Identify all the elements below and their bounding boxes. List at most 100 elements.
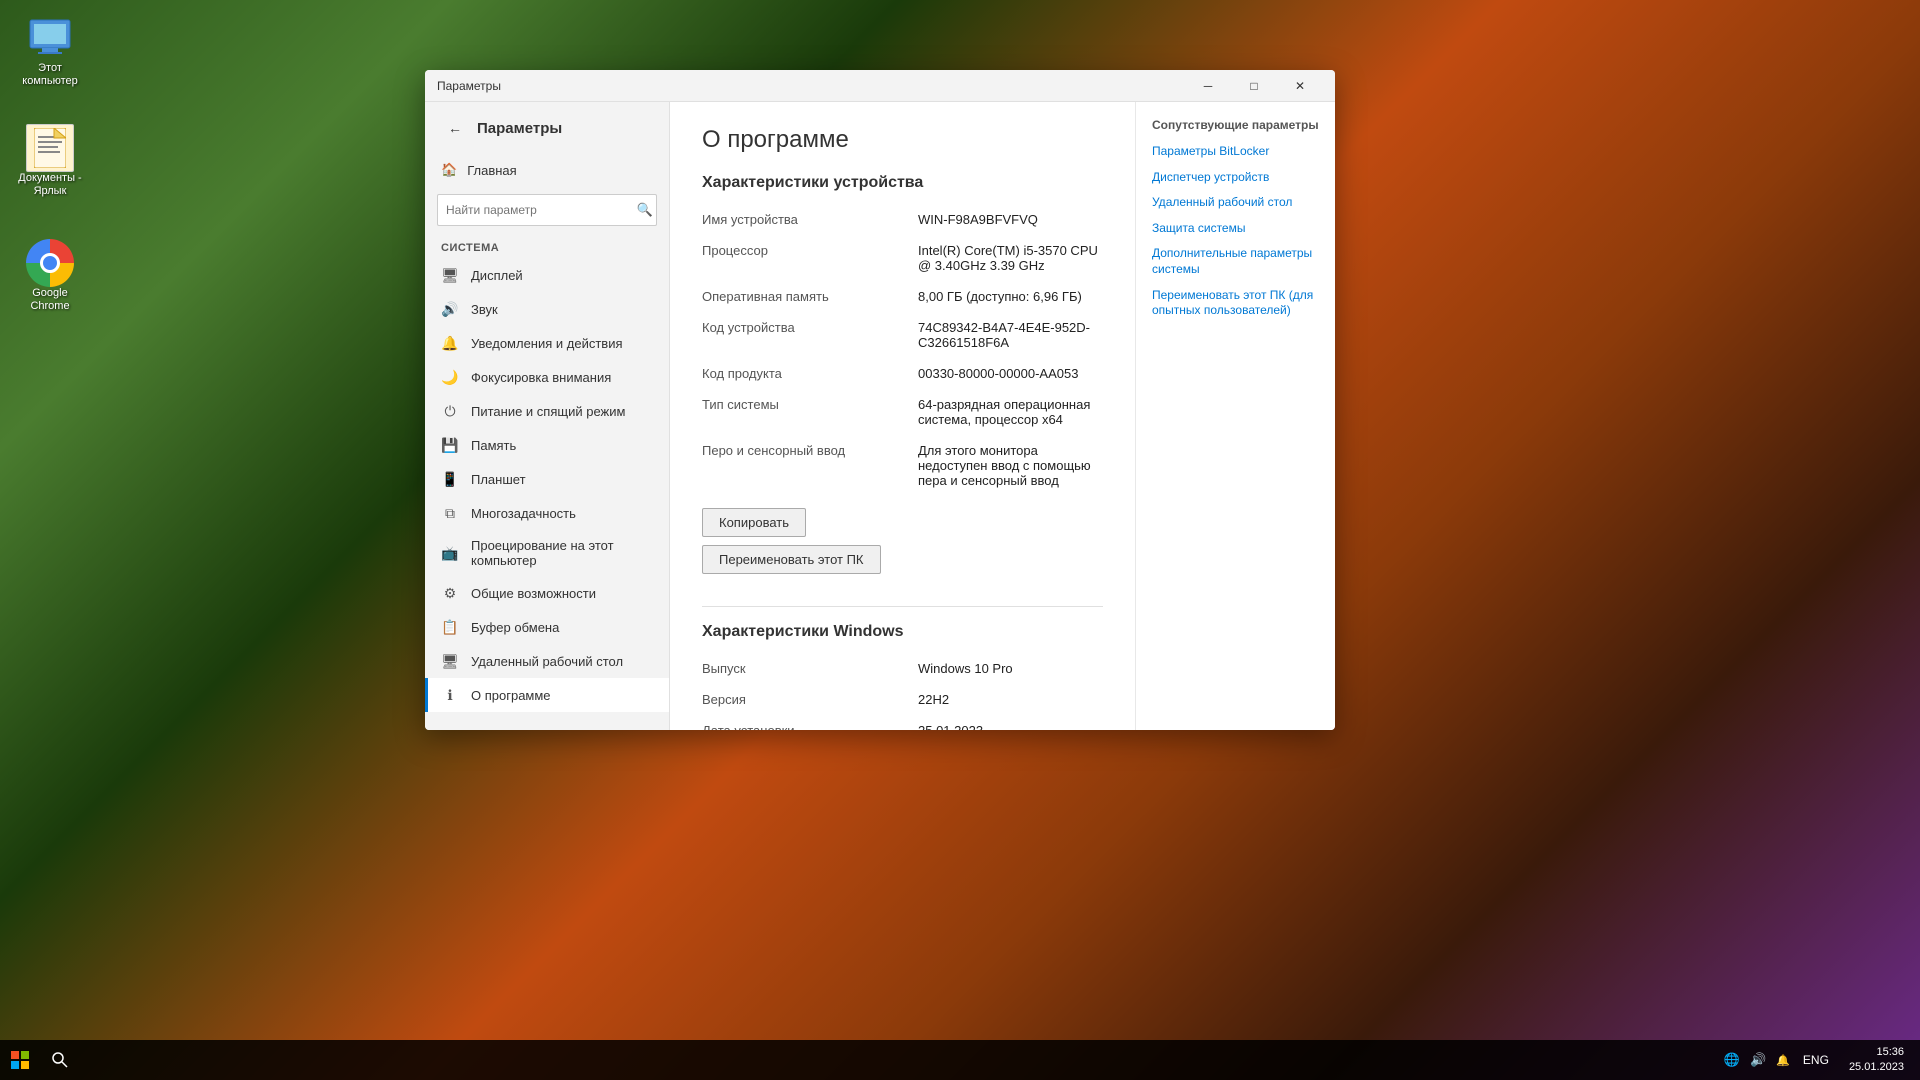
settings-window: Параметры ─ □ ✕ ← Параметры 🏠 Главная <box>425 70 1335 730</box>
nav-about[interactable]: ℹ О программе <box>425 678 669 712</box>
nav-display[interactable]: 🖥 Дисплей <box>425 258 669 292</box>
nav-sound-label: Звук <box>471 302 498 317</box>
back-button[interactable]: ← <box>441 114 469 142</box>
copy-device-button[interactable]: Копировать <box>702 508 806 537</box>
this-pc-label: Этот компьютер <box>14 62 86 88</box>
nav-accessibility[interactable]: ⚙ Общие возможности <box>425 576 669 610</box>
edition-label: Выпуск <box>702 657 902 680</box>
notifications-icon: 🔔 <box>441 334 459 352</box>
desktop-icon-this-pc[interactable]: Этот компьютер <box>10 10 90 92</box>
battery-icon[interactable]: 🔔 <box>1773 1052 1793 1069</box>
chrome-label: Google Chrome <box>14 287 86 313</box>
maximize-button[interactable]: □ <box>1231 70 1277 102</box>
rename-pc-button[interactable]: Переименовать этот ПК <box>702 545 881 574</box>
systray-icons: 🌐 🔊 🔔 <box>1721 1050 1793 1070</box>
nav-tablet[interactable]: 📱 Планшет <box>425 462 669 496</box>
page-title: О программе <box>702 126 1103 154</box>
nav-power-label: Питание и спящий режим <box>471 404 625 419</box>
home-label: Главная <box>467 163 516 178</box>
related-panel: Сопутствующие параметры Параметры BitLoc… <box>1135 102 1335 730</box>
focus-icon: 🌙 <box>441 368 459 386</box>
system-type-label: Тип системы <box>702 393 902 431</box>
product-id-label: Код продукта <box>702 362 902 385</box>
nav-projecting[interactable]: 📺 Проецирование на этот компьютер <box>425 530 669 576</box>
pen-label: Перо и сенсорный ввод <box>702 439 902 492</box>
tablet-icon: 📱 <box>441 470 459 488</box>
related-link-bitlocker[interactable]: Параметры BitLocker <box>1152 144 1319 160</box>
edition-value: Windows 10 Pro <box>918 657 1103 680</box>
sound-icon: 🔊 <box>441 300 459 318</box>
title-bar: Параметры ─ □ ✕ <box>425 70 1335 102</box>
search-input[interactable] <box>437 194 657 226</box>
sidebar-header: ← Параметры <box>425 102 669 154</box>
nav-clipboard-label: Буфер обмена <box>471 620 559 635</box>
windows-logo-icon <box>11 1051 29 1069</box>
version-value: 22H2 <box>918 688 1103 711</box>
nav-multitasking-label: Многозадачность <box>471 506 576 521</box>
desktop-icon-chrome[interactable]: Google Chrome <box>10 235 90 317</box>
nav-tablet-label: Планшет <box>471 472 526 487</box>
windows-info-grid: Выпуск Windows 10 Pro Версия 22H2 Дата у… <box>702 657 1103 730</box>
projecting-icon: 📺 <box>441 544 459 562</box>
chrome-icon <box>26 239 74 287</box>
ram-label: Оперативная память <box>702 285 902 308</box>
systray: 🌐 🔊 🔔 ENG <box>1713 1050 1841 1070</box>
minimize-button[interactable]: ─ <box>1185 70 1231 102</box>
processor-label: Процессор <box>702 239 902 277</box>
nav-focus[interactable]: 🌙 Фокусировка внимания <box>425 360 669 394</box>
nav-multitasking[interactable]: ⧉ Многозадачность <box>425 496 669 530</box>
storage-icon: 💾 <box>441 436 459 454</box>
nav-notifications-label: Уведомления и действия <box>471 336 623 351</box>
multitasking-icon: ⧉ <box>441 504 459 522</box>
sidebar-home-link[interactable]: 🏠 Главная <box>425 154 669 186</box>
documents-icon <box>26 124 74 172</box>
nav-about-label: О программе <box>471 688 551 703</box>
accessibility-icon: ⚙ <box>441 584 459 602</box>
device-section-title: Характеристики устройства <box>702 174 1103 192</box>
section-divider <box>702 606 1103 607</box>
settings-main: О программе Характеристики устройства Им… <box>670 102 1135 730</box>
close-button[interactable]: ✕ <box>1277 70 1323 102</box>
related-link-rename-pc[interactable]: Переименовать этот ПК (для опытных польз… <box>1152 288 1319 319</box>
system-section-header: Система <box>425 234 669 258</box>
start-button[interactable] <box>0 1040 40 1080</box>
nav-sound[interactable]: 🔊 Звук <box>425 292 669 326</box>
taskbar: 🌐 🔊 🔔 ENG 15:36 25.01.2023 <box>0 1040 1920 1080</box>
taskbar-search-button[interactable] <box>40 1040 80 1080</box>
version-label: Версия <box>702 688 902 711</box>
product-id-value: 00330-80000-00000-AA053 <box>918 362 1103 385</box>
taskbar-search-icon <box>52 1052 68 1068</box>
taskbar-clock[interactable]: 15:36 25.01.2023 <box>1841 1045 1912 1076</box>
clipboard-icon: 📋 <box>441 618 459 636</box>
language-indicator[interactable]: ENG <box>1799 1051 1833 1069</box>
settings-content: ← Параметры 🏠 Главная 🔍 Система 🖥 Диспле… <box>425 102 1335 730</box>
device-info-grid: Имя устройства WIN-F98A9BFVFVQ Процессор… <box>702 208 1103 492</box>
install-date-label: Дата установки <box>702 719 902 730</box>
desktop-icon-documents[interactable]: Документы -Ярлык <box>10 120 90 202</box>
nav-storage[interactable]: 💾 Память <box>425 428 669 462</box>
device-name-label: Имя устройства <box>702 208 902 231</box>
settings-sidebar: ← Параметры 🏠 Главная 🔍 Система 🖥 Диспле… <box>425 102 670 730</box>
remote-icon: 🖥 <box>441 652 459 670</box>
device-id-value: 74C89342-B4A7-4E4E-952D-C32661518F6A <box>918 316 1103 354</box>
search-icon[interactable]: 🔍 <box>637 202 653 218</box>
rename-button-container: Переименовать этот ПК <box>702 545 1103 590</box>
nav-remote[interactable]: 🖥 Удаленный рабочий стол <box>425 644 669 678</box>
window-controls: ─ □ ✕ <box>1185 70 1323 102</box>
related-link-device-manager[interactable]: Диспетчер устройств <box>1152 170 1319 186</box>
nav-notifications[interactable]: 🔔 Уведомления и действия <box>425 326 669 360</box>
network-icon[interactable]: 🌐 <box>1721 1050 1743 1070</box>
nav-accessibility-label: Общие возможности <box>471 586 596 601</box>
related-link-advanced-system[interactable]: Дополнительные параметры системы <box>1152 246 1319 277</box>
device-buttons: Копировать <box>702 508 1103 545</box>
nav-focus-label: Фокусировка внимания <box>471 370 611 385</box>
nav-power[interactable]: ⏻ Питание и спящий режим <box>425 394 669 428</box>
clock-time: 15:36 <box>1849 1045 1904 1060</box>
related-link-system-protection[interactable]: Защита системы <box>1152 221 1319 237</box>
nav-clipboard[interactable]: 📋 Буфер обмена <box>425 610 669 644</box>
volume-icon[interactable]: 🔊 <box>1747 1050 1769 1070</box>
chrome-inner-circle <box>40 253 60 273</box>
home-icon: 🏠 <box>441 162 457 178</box>
related-link-remote-desktop[interactable]: Удаленный рабочий стол <box>1152 195 1319 211</box>
windows-section-title: Характеристики Windows <box>702 623 1103 641</box>
